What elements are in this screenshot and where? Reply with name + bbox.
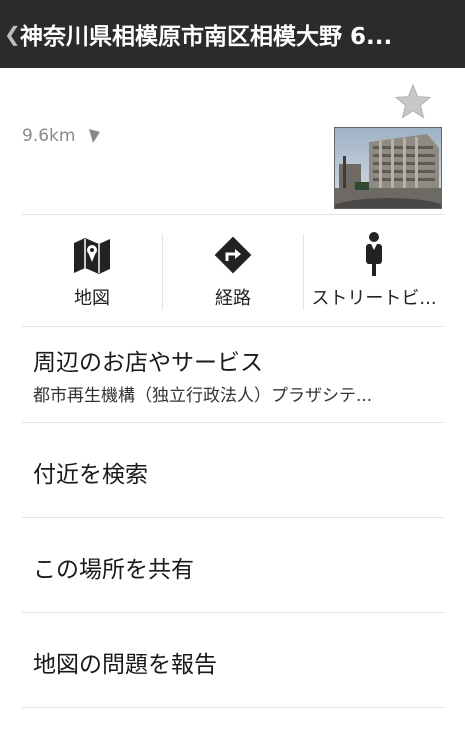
navigation-arrow-icon bbox=[89, 129, 101, 143]
distance-row: 9.6km bbox=[22, 124, 101, 148]
divider bbox=[22, 517, 444, 518]
street-view-label: ストリートビ... bbox=[311, 288, 437, 309]
search-nearby-label: 付近を検索 bbox=[33, 462, 148, 488]
street-view-thumbnail[interactable] bbox=[334, 127, 442, 209]
map-icon bbox=[72, 232, 112, 278]
nearby-places-item[interactable]: 周辺のお店やサービス 都市再生機構（独立行政法人）プラザシテ... bbox=[33, 343, 443, 406]
divider bbox=[22, 214, 444, 215]
nearby-title: 周辺のお店やサービス bbox=[33, 350, 263, 376]
divider bbox=[22, 422, 444, 423]
page-title: 神奈川県相模原市南区相模大野 6... bbox=[20, 24, 393, 50]
divider bbox=[22, 612, 444, 613]
title-bar: ❮ 神奈川県相模原市南区相模大野 6... bbox=[0, 0, 465, 68]
distance-text: 9.6km bbox=[22, 126, 76, 146]
pegman-icon bbox=[362, 232, 386, 278]
divider bbox=[22, 707, 444, 708]
directions-icon bbox=[212, 232, 254, 278]
chevron-left-icon[interactable]: ❮ bbox=[0, 24, 21, 44]
share-place-item[interactable]: この場所を共有 bbox=[33, 550, 443, 584]
divider bbox=[22, 326, 444, 327]
map-button[interactable]: 地図 bbox=[22, 224, 162, 324]
nearby-subtitle: 都市再生機構（独立行政法人）プラザシテ... bbox=[33, 386, 373, 406]
map-label: 地図 bbox=[74, 288, 110, 309]
search-nearby-item[interactable]: 付近を検索 bbox=[33, 455, 443, 489]
directions-label: 経路 bbox=[215, 288, 251, 309]
report-label: 地図の問題を報告 bbox=[33, 652, 217, 678]
street-view-button[interactable]: ストリートビ... bbox=[304, 224, 444, 324]
share-label: この場所を共有 bbox=[33, 557, 194, 583]
star-icon[interactable] bbox=[394, 83, 432, 119]
action-bar: 地図 経路 ストリートビ... bbox=[22, 224, 444, 324]
directions-button[interactable]: 経路 bbox=[163, 224, 303, 324]
report-problem-item[interactable]: 地図の問題を報告 bbox=[33, 645, 443, 679]
